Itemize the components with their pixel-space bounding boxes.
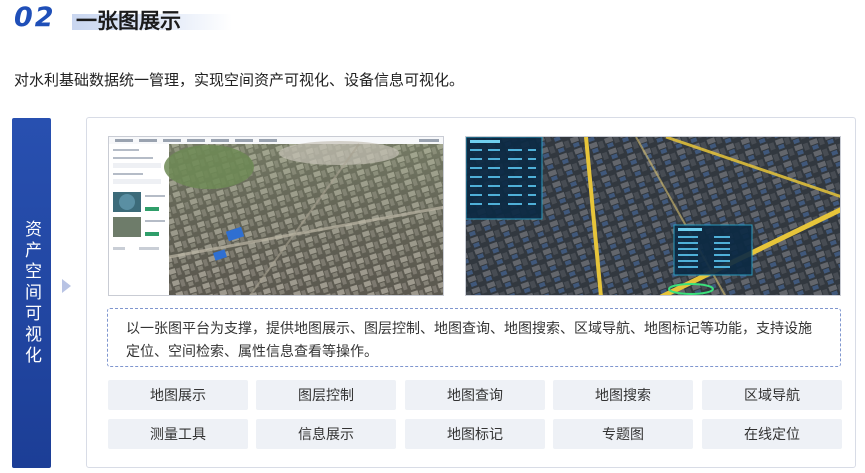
content-panel: 以一张图平台为支撑，提供地图展示、图层控制、地图查询、地图搜索、区域导航、地图标… bbox=[86, 117, 856, 468]
feature-tag: 地图搜索 bbox=[553, 380, 693, 410]
asset-3d-screenshot bbox=[465, 136, 841, 296]
feature-tag: 地图查询 bbox=[405, 380, 545, 410]
asset-3d-image bbox=[466, 137, 840, 295]
feature-tag: 区域导航 bbox=[702, 380, 842, 410]
feature-description: 以一张图平台为支撑，提供地图展示、图层控制、地图查询、地图搜索、区域导航、地图标… bbox=[107, 308, 841, 367]
map-platform-image bbox=[109, 137, 443, 295]
feature-tag: 地图展示 bbox=[108, 380, 248, 410]
feature-tag: 地图标记 bbox=[405, 419, 545, 449]
feature-tag: 在线定位 bbox=[702, 419, 842, 449]
sidebar-category: 资产空间可视化 bbox=[12, 118, 51, 468]
section-title: 一张图展示 bbox=[76, 9, 181, 33]
section-subtitle: 对水利基础数据统一管理，实现空间资产可视化、设备信息可视化。 bbox=[14, 71, 465, 89]
page-root: 02 一张图展示 对水利基础数据统一管理，实现空间资产可视化、设备信息可视化。 … bbox=[0, 0, 865, 473]
feature-tag: 专题图 bbox=[553, 419, 693, 449]
sidebar-category-label: 资产空间可视化 bbox=[21, 219, 41, 367]
pointer-arrow-icon bbox=[62, 279, 71, 293]
feature-tag: 测量工具 bbox=[108, 419, 248, 449]
map-platform-screenshot bbox=[108, 136, 444, 296]
feature-tag: 图层控制 bbox=[256, 380, 396, 410]
section-number: 02 bbox=[14, 2, 56, 33]
feature-tag: 信息展示 bbox=[256, 419, 396, 449]
